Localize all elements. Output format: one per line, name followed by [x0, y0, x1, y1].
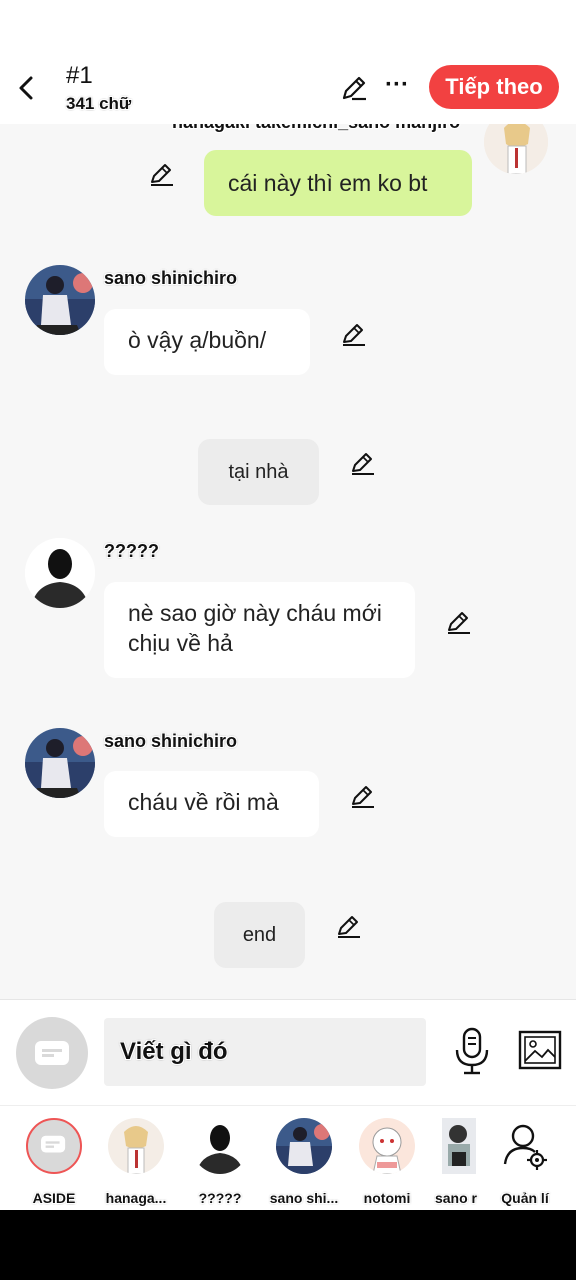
composer-bar: Viết gì đó [0, 999, 576, 1105]
sender-name: ????? [104, 541, 159, 561]
tray-item-label: notomi [363, 1190, 411, 1206]
tray-item-character[interactable]: notomi [347, 1116, 427, 1206]
tray-item-label: ASIDE [32, 1190, 76, 1206]
edit-message-icon[interactable] [349, 782, 377, 810]
sender-name: sano shinichiro [104, 268, 238, 288]
character-avatar [108, 1118, 164, 1174]
image-icon[interactable] [518, 1030, 562, 1070]
user-message-bubble[interactable]: cái này thì em ko bt [204, 150, 472, 216]
manage-characters-icon [503, 1124, 547, 1170]
next-button[interactable]: Tiếp theo [429, 65, 559, 109]
page-title: #1 [66, 62, 93, 89]
narration-bubble[interactable]: end [214, 902, 305, 968]
character-avatar[interactable] [25, 728, 95, 798]
top-bar: #1 341 chữ ··· Tiếp theo [0, 56, 576, 124]
narration-bubble[interactable]: tại nhà [198, 439, 319, 505]
tray-item-label: hanaga... [105, 1190, 167, 1206]
character-avatar[interactable] [25, 538, 95, 608]
character-message-bubble[interactable]: ò vậy ạ/buồn/ [104, 309, 310, 375]
system-navigation-bar [0, 1210, 576, 1280]
character-avatar [192, 1118, 248, 1174]
tray-item-character[interactable]: ????? [180, 1116, 260, 1206]
tray-item-character[interactable]: sano r [416, 1116, 477, 1206]
edit-pencil-icon[interactable] [338, 72, 370, 104]
word-count: 341 chữ [66, 94, 132, 113]
edit-message-icon[interactable] [445, 608, 473, 636]
character-tray: ASIDE hanaga... ????? sano shi... notomi… [0, 1105, 576, 1210]
tray-item-label: sano shi... [269, 1190, 339, 1206]
tray-item-aside[interactable]: ASIDE [14, 1116, 94, 1206]
microphone-icon[interactable] [452, 1026, 492, 1076]
aside-toggle-button[interactable] [16, 1017, 88, 1089]
character-message-bubble[interactable]: nè sao giờ này cháu mới chịu về hả [104, 582, 415, 678]
tray-item-character[interactable]: hanaga... [96, 1116, 176, 1206]
character-avatar[interactable] [25, 265, 95, 335]
tray-item-label: ????? [198, 1190, 242, 1206]
character-avatar [359, 1118, 415, 1174]
character-message-bubble[interactable]: cháu về rồi mà [104, 771, 319, 837]
chat-box-icon [35, 1041, 69, 1065]
tray-item-label: sano r [434, 1190, 477, 1206]
message-input[interactable]: Viết gì đó [104, 1018, 426, 1086]
chat-box-icon [26, 1118, 82, 1174]
edit-message-icon[interactable] [340, 320, 368, 348]
more-options-icon[interactable]: ··· [382, 70, 412, 100]
edit-message-icon[interactable] [148, 160, 176, 188]
tray-item-manage[interactable]: Quản lí [485, 1116, 565, 1206]
edit-message-icon[interactable] [349, 449, 377, 477]
sender-name: sano shinichiro [104, 731, 238, 751]
back-arrow-icon[interactable] [12, 70, 42, 106]
character-avatar [442, 1118, 476, 1174]
character-avatar [276, 1118, 332, 1174]
user-avatar[interactable] [484, 124, 548, 174]
status-bar-area [0, 0, 576, 56]
tray-item-character[interactable]: sano shi... [264, 1116, 344, 1206]
chat-area[interactable]: hanagaki takemichi_sano manjiro cái này … [0, 124, 576, 999]
sender-name: hanagaki takemichi_sano manjiro [172, 124, 460, 133]
tray-item-label: Quản lí [501, 1190, 549, 1206]
edit-message-icon[interactable] [335, 912, 363, 940]
